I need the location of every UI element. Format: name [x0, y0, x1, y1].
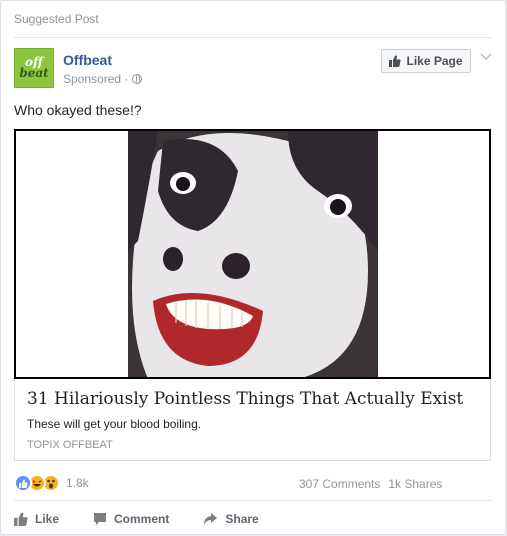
- sponsored-label: Sponsored ·: [63, 72, 143, 86]
- globe-icon[interactable]: [132, 74, 143, 84]
- link-title[interactable]: 31 Hilariously Pointless Things That Act…: [27, 389, 463, 409]
- comment-button[interactable]: Comment: [93, 512, 169, 526]
- like-button[interactable]: Like: [14, 512, 59, 526]
- link-description: These will get your blood boiling.: [27, 417, 202, 431]
- page-logo[interactable]: off beat: [14, 48, 54, 88]
- suggested-post-card: Suggested Post off beat Offbeat Sponsore…: [0, 0, 506, 535]
- like-page-label: Like Page: [406, 54, 463, 68]
- like-page-button[interactable]: Like Page: [381, 49, 471, 73]
- actions-divider: [14, 500, 492, 501]
- share-button[interactable]: Share: [203, 512, 259, 526]
- link-source: TOPIX OFFBEAT: [27, 439, 113, 451]
- like-reaction-icon: [14, 474, 32, 492]
- logo-text-beat: beat: [19, 66, 49, 80]
- thumbs-up-icon: [14, 512, 28, 526]
- comment-button-label: Comment: [114, 512, 170, 526]
- shares-count[interactable]: 1k Shares: [388, 477, 442, 491]
- sponsored-text: Sponsored ·: [63, 72, 129, 86]
- share-icon: [204, 513, 218, 525]
- post-image[interactable]: [14, 129, 491, 379]
- link-preview[interactable]: 31 Hilariously Pointless Things That Act…: [14, 379, 491, 461]
- reactions-summary[interactable]: 1.8k: [14, 474, 89, 492]
- comment-icon: [94, 513, 107, 525]
- like-button-label: Like: [35, 512, 60, 526]
- share-button-label: Share: [225, 512, 259, 526]
- thumbs-up-icon: [389, 55, 402, 67]
- reaction-count[interactable]: 1.8k: [66, 476, 89, 490]
- post-actions: Like Comment Share: [14, 509, 494, 529]
- engagement-counts: 307 Comments 1k Shares: [299, 477, 442, 491]
- suggested-post-label: Suggested Post: [14, 12, 99, 26]
- cow-photo: [128, 131, 378, 377]
- chevron-down-icon[interactable]: [480, 51, 492, 63]
- page-name-link[interactable]: Offbeat: [63, 52, 112, 68]
- post-text: Who okayed these!?: [14, 102, 142, 118]
- comments-count[interactable]: 307 Comments: [299, 477, 380, 491]
- header-divider: [14, 37, 492, 38]
